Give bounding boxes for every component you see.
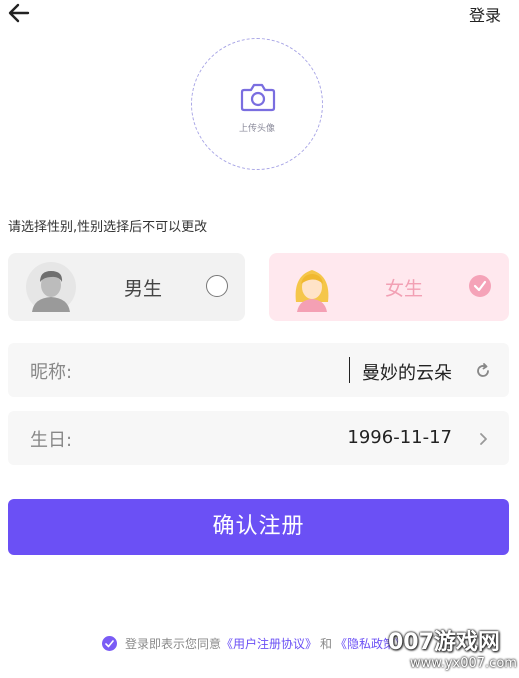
nickname-label: 昵称:	[30, 362, 73, 383]
upload-avatar-label: 上传头像	[238, 124, 275, 134]
agreement-prefix: 登录即表示您同意	[125, 637, 222, 651]
watermark-url: www.yx007.com	[410, 656, 517, 671]
gender-option-male[interactable]: 男生	[8, 253, 245, 321]
agreement-checkbox[interactable]	[102, 636, 117, 651]
refresh-icon[interactable]	[475, 363, 491, 379]
male-avatar-icon	[26, 262, 76, 312]
arrow-left-icon	[8, 3, 30, 23]
watermark-logo: 007游戏网	[388, 630, 500, 655]
male-radio[interactable]	[206, 275, 228, 297]
avatar-upload[interactable]: 上传头像	[191, 38, 323, 170]
agreement-and: 和	[320, 637, 333, 651]
female-radio-checked[interactable]	[469, 275, 491, 297]
login-link[interactable]: 登录	[469, 2, 501, 26]
chevron-right-icon	[480, 433, 487, 445]
confirm-register-button[interactable]: 确认注册	[8, 499, 509, 555]
agreement-line: 登录即表示您同意《用户注册协议》和《隐私政策》	[102, 635, 407, 652]
birthday-value[interactable]: 1996-11-17	[347, 427, 452, 448]
user-agreement-link[interactable]: 《用户注册协议》	[221, 637, 317, 651]
gender-hint: 请选择性别,性别选择后不可以更改	[8, 220, 208, 235]
check-icon	[473, 280, 487, 292]
male-label: 男生	[124, 278, 163, 300]
gender-option-female[interactable]: 女生	[269, 253, 509, 321]
back-button[interactable]	[6, 0, 32, 26]
camera-icon	[240, 83, 276, 112]
nickname-field[interactable]: 昵称: 曼妙的云朵	[8, 343, 509, 397]
female-label: 女生	[385, 278, 424, 300]
birthday-field[interactable]: 生日: 1996-11-17	[8, 411, 509, 465]
text-cursor	[349, 357, 350, 383]
female-avatar-icon	[295, 270, 329, 312]
birthday-label: 生日:	[30, 430, 73, 451]
nickname-value[interactable]: 曼妙的云朵	[362, 359, 452, 385]
check-icon	[105, 640, 114, 648]
